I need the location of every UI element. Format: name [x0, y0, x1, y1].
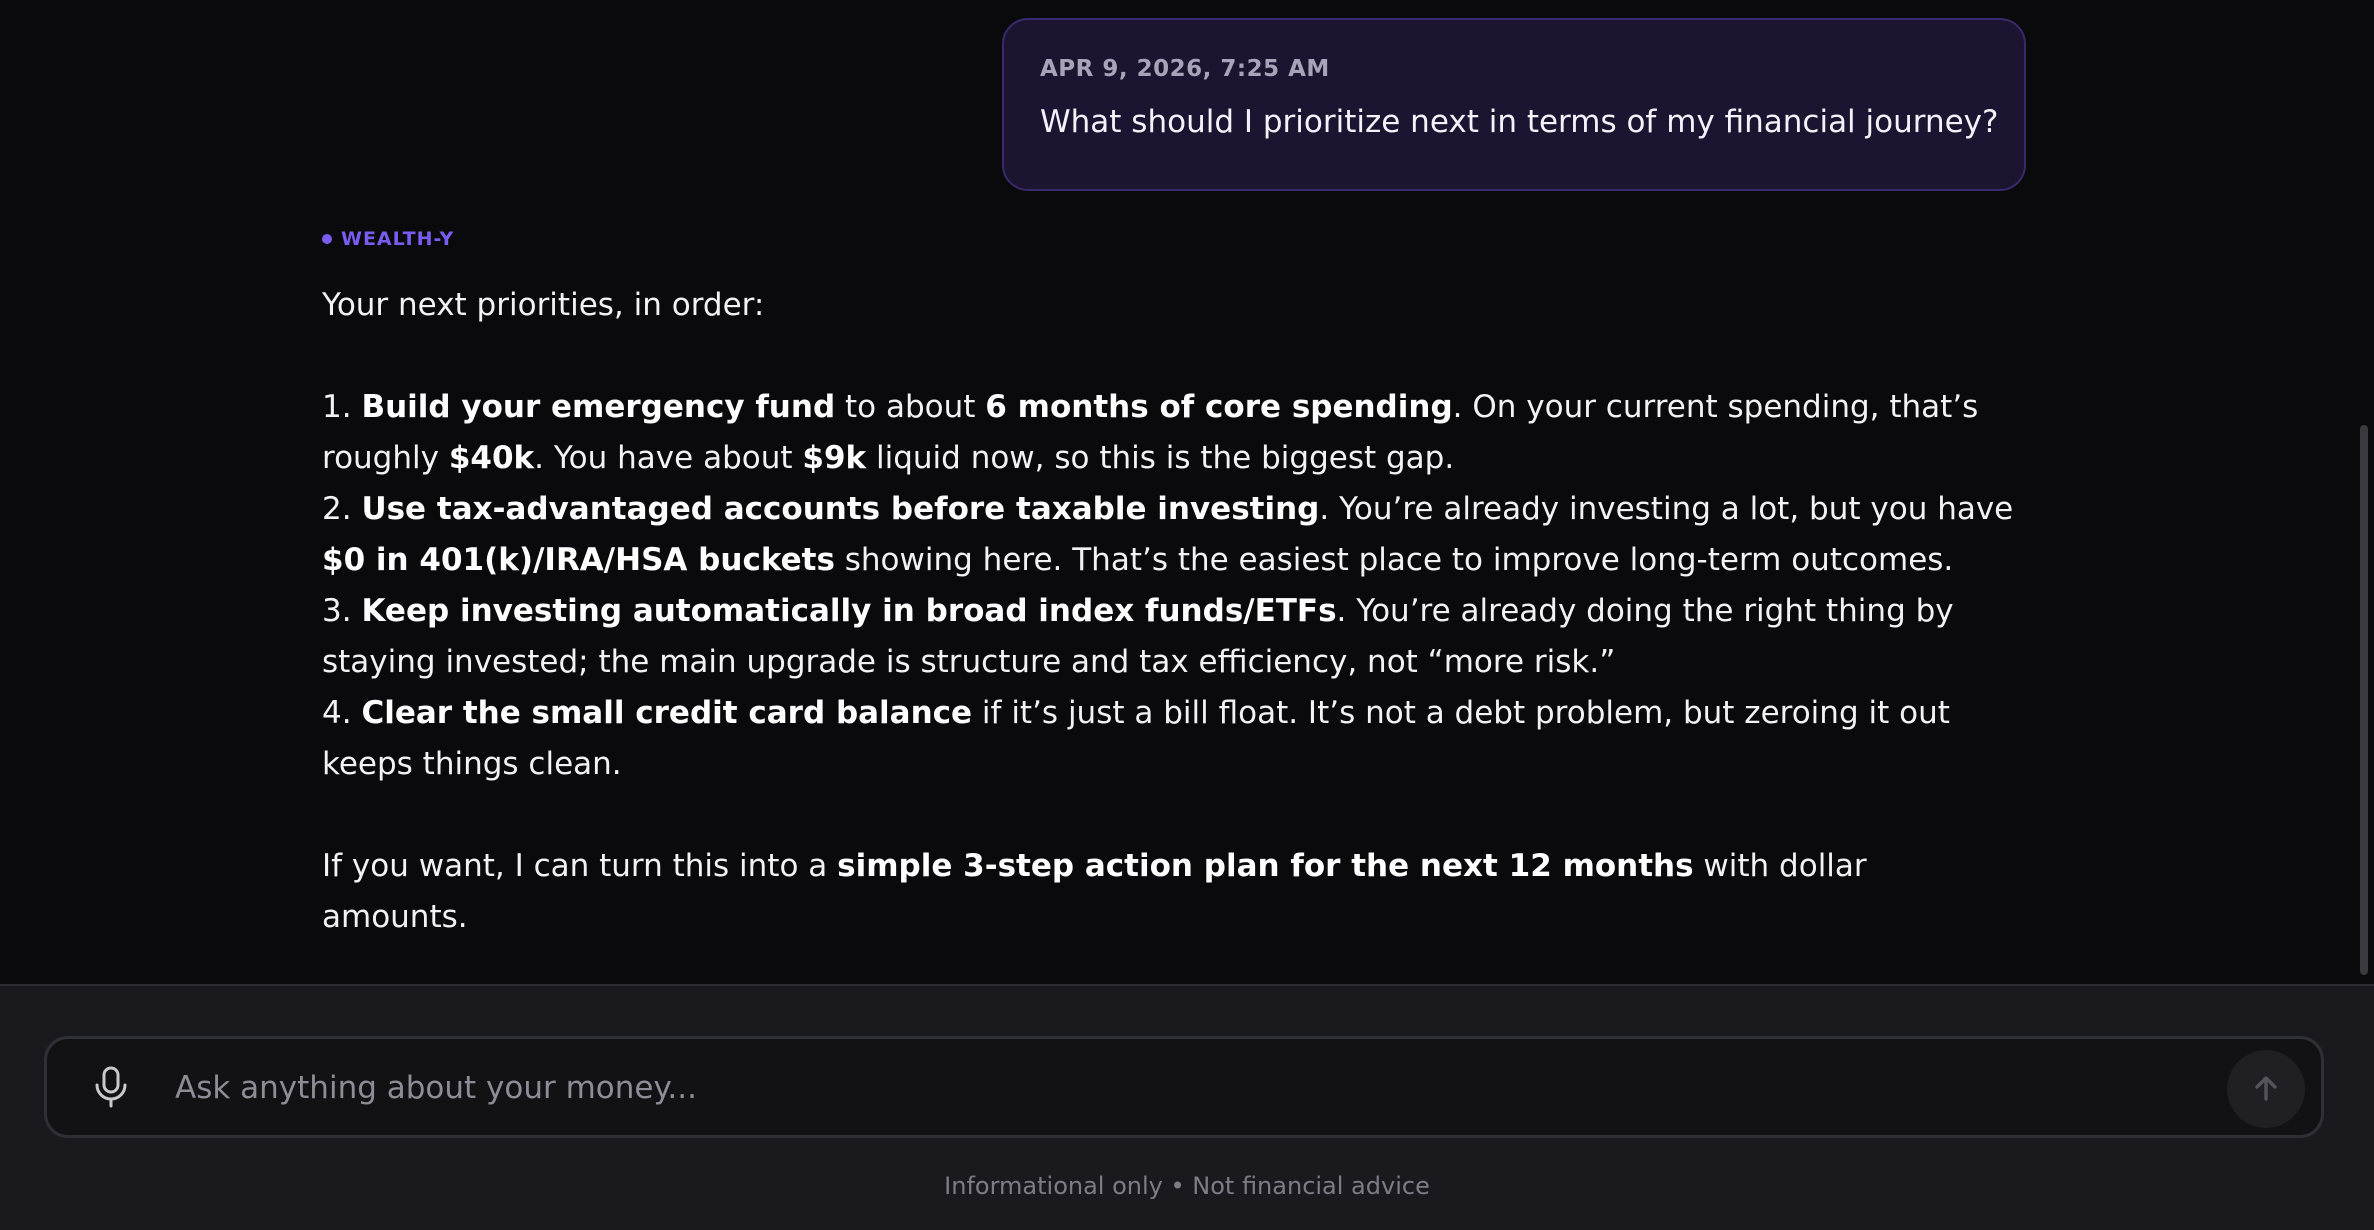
scrollbar-thumb[interactable]	[2360, 425, 2368, 975]
user-message-bubble: APR 9, 2026, 7:25 AM What should I prior…	[1002, 18, 2026, 191]
answer-closing: If you want, I can turn this into a simp…	[322, 848, 1867, 935]
priority-item-3: 3. Keep investing automatically in broad…	[322, 593, 1954, 680]
composer-panel: Informational only • Not financial advic…	[0, 984, 2374, 1230]
assistant-name: WEALTH-Y	[341, 228, 455, 250]
assistant-answer: Your next priorities, in order: 1. Build…	[322, 280, 2022, 943]
user-message-text: What should I prioritize next in terms o…	[1040, 104, 1999, 140]
message-timestamp: APR 9, 2026, 7:25 AM	[1040, 56, 1330, 82]
message-input[interactable]	[173, 1059, 2153, 1117]
arrow-up-icon	[2255, 1076, 2277, 1101]
microphone-icon[interactable]	[89, 1065, 133, 1109]
composer-box	[44, 1036, 2324, 1138]
answer-intro: Your next priorities, in order:	[322, 287, 765, 323]
assistant-dot-icon	[322, 234, 332, 244]
assistant-message: WEALTH-Y Your next priorities, in order:…	[322, 226, 2022, 943]
priority-item-1: 1. Build your emergency fund to about 6 …	[322, 389, 1979, 476]
scrollbar[interactable]	[2358, 0, 2368, 984]
priority-item-4: 4. Clear the small credit card balance i…	[322, 695, 1950, 782]
priority-item-2: 2. Use tax-advantaged accounts before ta…	[322, 491, 2014, 578]
chat-scroll-area[interactable]: APR 9, 2026, 7:25 AM What should I prior…	[0, 0, 2374, 984]
assistant-label: WEALTH-Y	[322, 226, 2022, 252]
send-button[interactable]	[2227, 1050, 2305, 1128]
disclaimer-text: Informational only • Not financial advic…	[944, 1172, 1430, 1200]
